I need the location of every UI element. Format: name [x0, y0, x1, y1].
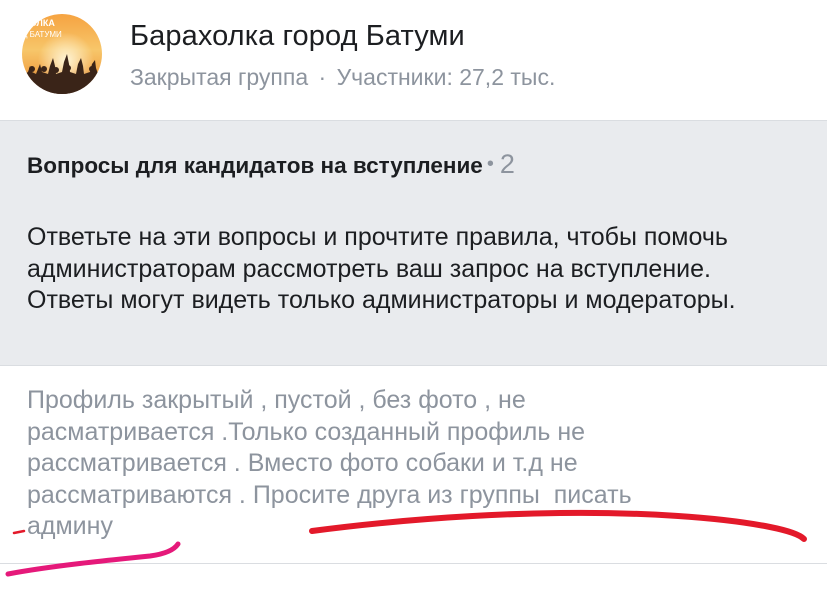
- group-join-questions-screen: ХОЛКА Д БАТУМИ Барахолка город Батуми За…: [0, 0, 827, 593]
- pink-underline-stroke: [5, 541, 181, 577]
- questions-description: Ответьте на эти вопросы и прочтите прави…: [27, 223, 736, 314]
- question-line: расматривается .Только созданный профиль…: [27, 417, 586, 446]
- group-members-count[interactable]: Участники: 27,2 тыс.: [337, 64, 556, 90]
- avatar-text-line1: ХОЛКА: [24, 18, 55, 28]
- group-avatar-image: ХОЛКА Д БАТУМИ: [22, 14, 102, 94]
- question-line: Профиль закрытый , пустой , без фото , н…: [27, 386, 526, 414]
- red-tick-stroke: [12, 529, 26, 535]
- group-privacy: Закрытая группа: [130, 64, 309, 90]
- meta-separator: ·: [318, 64, 327, 90]
- question-line: рассматривается . Вместо фото собаки и т…: [27, 449, 578, 478]
- question-line: админу: [27, 512, 113, 541]
- questions-title: Вопросы для кандидатов на вступление: [27, 153, 483, 178]
- bullet-separator: •: [486, 153, 494, 175]
- group-avatar[interactable]: ХОЛКА Д БАТУМИ: [22, 14, 102, 94]
- membership-question: Профиль закрытый , пустой , без фото , н…: [27, 385, 797, 543]
- questions-count-wrap: • 2: [483, 149, 515, 179]
- questions-heading: Вопросы для кандидатов на вступление • 2: [27, 149, 515, 180]
- question-line: рассматриваются . Просите друга из групп…: [27, 480, 632, 509]
- section-divider: [0, 563, 827, 564]
- group-meta: Закрытая группа · Участники: 27,2 тыс.: [130, 64, 555, 91]
- avatar-text-line2: Д БАТУМИ: [22, 30, 62, 39]
- group-name[interactable]: Барахолка город Батуми: [130, 20, 465, 53]
- membership-questions-intro: Вопросы для кандидатов на вступление • 2 О…: [0, 120, 827, 366]
- group-header: ХОЛКА Д БАТУМИ Барахолка город Батуми За…: [0, 0, 827, 120]
- questions-count: 2: [499, 149, 515, 179]
